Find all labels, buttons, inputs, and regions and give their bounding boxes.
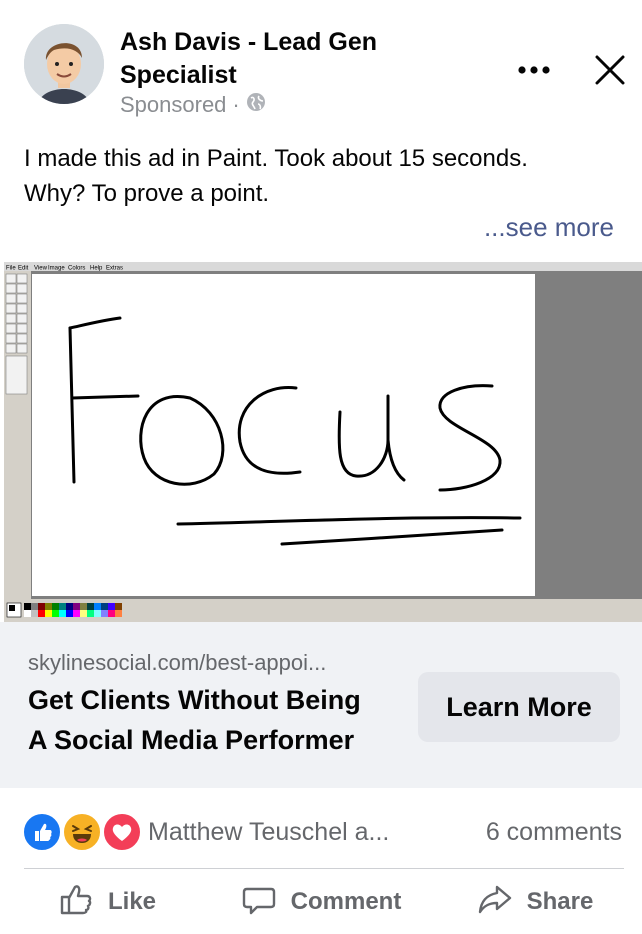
actions-divider [24,868,624,869]
share-button[interactable]: Share [428,870,642,934]
post-text-line: I made this ad in Paint. Took about 15 s… [24,145,528,172]
paint-menu-edit: Edit [18,266,29,272]
comment-icon [241,881,277,924]
comment-button[interactable]: Comment [214,870,428,934]
post-header: Ash Davis - Lead Gen Specialist Sponsore… [0,0,642,130]
paint-menu-colors: Colors [68,266,85,272]
paint-menu-image: Image [48,266,65,272]
ad-image[interactable]: File Edit View Image Colors Help Extras [4,262,642,622]
link-domain[interactable]: skylinesocial.com/best-appoi... [28,650,326,676]
reaction-icons[interactable] [22,812,142,852]
paint-menu-help: Help [90,266,103,272]
love-reaction-icon [102,812,142,852]
reactor-names[interactable]: Matthew Teuschel a... [148,818,389,847]
link-headline-line: Get Clients Without Being [28,685,361,715]
thumbs-up-icon [58,881,94,924]
comments-count[interactable]: 6 comments [486,818,622,847]
paint-color-palette [6,602,122,618]
author-name[interactable]: Ash Davis - Lead Gen Specialist [120,26,450,92]
like-label: Like [107,888,157,915]
share-arrow-icon [477,881,513,924]
post-meta: Sponsored · [120,92,266,118]
share-label: Share [526,888,594,915]
link-headline-line: A Social Media Performer [28,725,355,755]
paint-menu-extras: Extras [106,266,123,272]
comment-label: Comment [290,888,402,915]
post-actions: Like Comment Share [0,870,642,934]
post-text-line: Why? To prove a point. [24,180,270,207]
author-avatar[interactable] [24,24,104,104]
close-icon[interactable] [588,48,632,92]
meta-separator: · [232,92,240,117]
paint-menu-file: File [6,266,16,272]
like-button[interactable]: Like [0,870,214,934]
haha-reaction-icon [62,812,102,852]
ad-post-card: Ash Davis - Lead Gen Specialist Sponsore… [0,0,642,934]
paint-menu-view: View [34,266,48,272]
link-headline[interactable]: Get Clients Without Being A Social Media… [28,680,398,760]
more-options-icon[interactable] [512,52,556,88]
see-more-link[interactable]: ...see more [484,212,614,243]
post-text: I made this ad in Paint. Took about 15 s… [24,141,624,211]
learn-more-button[interactable]: Learn More [418,672,620,742]
like-reaction-icon [22,812,62,852]
globe-icon [246,92,266,118]
sponsored-label[interactable]: Sponsored [120,92,226,118]
